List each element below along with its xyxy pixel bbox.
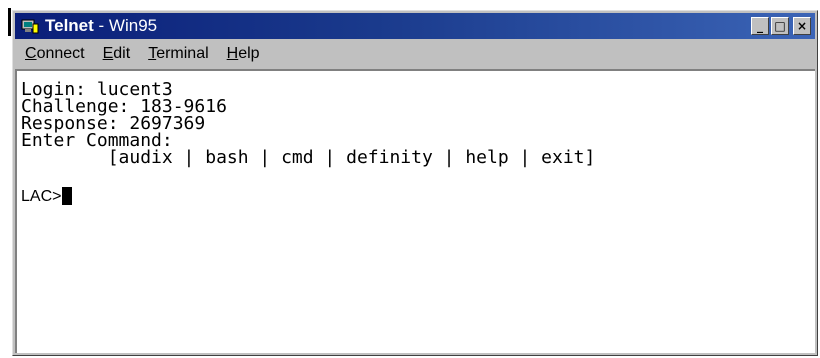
menu-edit-label: dit: [113, 45, 131, 62]
text-cursor: [62, 187, 73, 205]
screenshot-frame: Telnet - Win95 _ □ × Connect Edit Termin…: [0, 0, 820, 358]
telnet-window: Telnet - Win95 _ □ × Connect Edit Termin…: [12, 10, 818, 356]
menu-connect-accel: C: [25, 45, 37, 62]
menu-bar: Connect Edit Terminal Help: [15, 41, 815, 67]
close-icon: ×: [796, 19, 808, 33]
telnet-app-icon[interactable]: [21, 18, 39, 34]
window-title-rest: - Win95: [93, 16, 158, 35]
terminal-line-command-options: [audix | bash | cmd | definity | help | …: [21, 147, 596, 168]
maximize-button[interactable]: □: [771, 17, 789, 35]
menu-terminal-accel: T: [148, 45, 157, 62]
menu-help[interactable]: Help: [217, 45, 268, 63]
menu-edit[interactable]: Edit: [93, 45, 139, 63]
close-button[interactable]: ×: [793, 17, 811, 35]
minimize-button[interactable]: _: [751, 17, 769, 35]
terminal-area[interactable]: Login: lucent3 Challenge: 183-9616 Respo…: [15, 69, 815, 353]
command-prompt[interactable]: LAC>: [21, 186, 815, 206]
menu-help-accel: H: [226, 45, 239, 62]
window-title-app: Telnet: [45, 16, 94, 35]
menu-terminal[interactable]: Terminal: [138, 45, 216, 63]
maximize-icon: □: [774, 19, 786, 33]
menu-connect-label: onnect: [36, 45, 85, 62]
edge-mark: [8, 8, 11, 36]
prompt-label: LAC>: [21, 187, 62, 205]
window-controls: _ □ ×: [751, 17, 811, 35]
menu-terminal-label: erminal: [156, 45, 209, 62]
title-bar[interactable]: Telnet - Win95 _ □ ×: [15, 13, 815, 39]
minimize-icon: _: [757, 19, 763, 33]
menu-help-label: elp: [238, 45, 260, 62]
menu-edit-accel: E: [102, 45, 114, 62]
window-title: Telnet - Win95: [45, 16, 157, 36]
menu-connect[interactable]: Connect: [15, 45, 93, 63]
